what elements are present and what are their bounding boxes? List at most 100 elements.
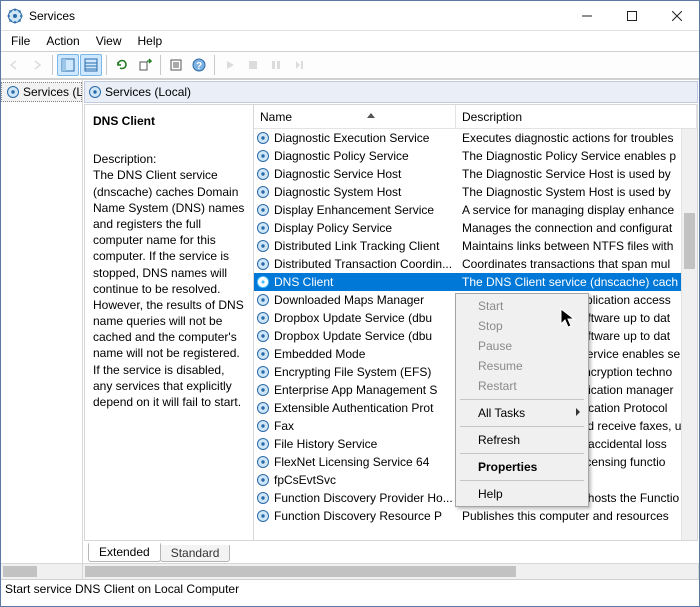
menu-action[interactable]: Action <box>40 33 85 49</box>
refresh-button[interactable] <box>111 54 133 76</box>
play-button[interactable] <box>219 54 241 76</box>
service-desc: The Diagnostic System Host is used by <box>462 185 671 199</box>
column-header-name[interactable]: Name <box>254 105 456 128</box>
service-row[interactable]: Display Enhancement ServiceA service for… <box>254 201 697 219</box>
service-name: Encrypting File System (EFS) <box>274 365 431 379</box>
description-label: Description: <box>93 151 245 167</box>
vertical-scrollbar[interactable] <box>681 129 697 540</box>
service-row[interactable]: Diagnostic Service Host The Diagnostic Se… <box>254 165 697 183</box>
service-name: Enterprise App Management S <box>274 383 437 397</box>
service-name: File History Service <box>274 437 377 451</box>
minimize-button[interactable] <box>564 1 609 31</box>
tab-standard[interactable]: Standard <box>160 545 231 562</box>
service-desc: The Diagnostic Service Host is used by <box>462 167 671 181</box>
gear-icon <box>6 85 20 99</box>
toolbar: ? <box>1 51 699 79</box>
service-name: Fax <box>274 419 294 433</box>
tab-extended[interactable]: Extended <box>88 543 161 562</box>
sort-ascending-icon <box>367 113 375 118</box>
service-name: Display Policy Service <box>274 221 392 235</box>
ctx-pause: Pause <box>458 336 586 356</box>
scrollbar-thumb[interactable] <box>684 213 695 269</box>
service-name: Diagnostic Service Host <box>274 167 401 181</box>
service-row[interactable]: Diagnostic System Host The Diagnostic Sys… <box>254 183 697 201</box>
nav-back-button[interactable] <box>3 54 25 76</box>
show-detail-button[interactable] <box>80 54 102 76</box>
tree-pane: Services (L <box>1 80 83 563</box>
service-desc: Coordinates transactions that span mul <box>462 257 670 271</box>
service-name: Function Discovery Provider Ho... <box>274 491 453 505</box>
ctx-resume: Resume <box>458 356 586 376</box>
restart-button[interactable] <box>288 54 310 76</box>
status-text: Start service DNS Client on Local Comput… <box>5 582 239 596</box>
ctx-start: Start <box>458 296 586 316</box>
service-description: The DNS Client service (dnscache) caches… <box>93 167 245 410</box>
service-name: Dropbox Update Service (dbu <box>274 311 432 325</box>
service-row[interactable]: Distributed Link Tracking Client Maintain… <box>254 237 697 255</box>
chevron-right-icon <box>576 408 580 416</box>
service-name: Distributed Transaction Coordin... <box>274 257 452 271</box>
service-name: Extensible Authentication Prot <box>274 401 433 415</box>
service-name: fpCsEvtSvc <box>274 473 336 487</box>
ctx-all-tasks[interactable]: All Tasks <box>458 403 586 423</box>
list-header: Name Description <box>254 105 697 129</box>
menu-view[interactable]: View <box>90 33 128 49</box>
close-button[interactable] <box>654 1 699 31</box>
menu-bar: File Action View Help <box>1 31 699 51</box>
panel-header: Services (Local) <box>84 81 698 103</box>
nav-forward-button[interactable] <box>26 54 48 76</box>
ctx-refresh[interactable]: Refresh <box>458 430 586 450</box>
service-name: Dropbox Update Service (dbu <box>274 329 432 343</box>
service-row[interactable]: Diagnostic Execution ServiceExecutes dia… <box>254 129 697 147</box>
export-button[interactable] <box>134 54 156 76</box>
title-bar: Services <box>1 1 699 31</box>
service-name: Display Enhancement Service <box>274 203 434 217</box>
view-tabs: Extended Standard <box>84 542 698 562</box>
panel-header-label: Services (Local) <box>105 85 191 99</box>
service-desc: Manages the connection and configurat <box>462 221 672 235</box>
service-name: Diagnostic Policy Service <box>274 149 409 163</box>
status-bar: Start service DNS Client on Local Comput… <box>1 579 699 597</box>
tree-hscroll[interactable] <box>1 564 83 579</box>
service-name: Diagnostic System Host <box>274 185 401 199</box>
service-name: Embedded Mode <box>274 347 365 361</box>
menu-file[interactable]: File <box>5 33 36 49</box>
service-row[interactable]: Function Discovery Resource P Publishes t… <box>254 507 697 525</box>
service-name: Distributed Link Tracking Client <box>274 239 439 253</box>
service-name: DNS Client <box>274 275 333 289</box>
window-title: Services <box>29 9 564 23</box>
context-menu: Start Stop Pause Resume Restart All Task… <box>455 293 589 507</box>
ctx-stop: Stop <box>458 316 586 336</box>
stop-button[interactable] <box>242 54 264 76</box>
show-tree-button[interactable] <box>57 54 79 76</box>
services-app-icon <box>7 8 23 24</box>
service-name: Function Discovery Resource P <box>274 509 442 523</box>
ctx-restart: Restart <box>458 376 586 396</box>
maximize-button[interactable] <box>609 1 654 31</box>
ctx-all-tasks-label: All Tasks <box>478 406 525 420</box>
gear-icon <box>88 85 102 99</box>
pause-button[interactable] <box>265 54 287 76</box>
service-row[interactable]: Distributed Transaction Coordin... Coordi… <box>254 255 697 273</box>
service-desc: Maintains links between NTFS files with <box>462 239 673 253</box>
svg-text:?: ? <box>196 61 202 72</box>
column-header-description[interactable]: Description <box>456 105 697 128</box>
service-row[interactable]: Display Policy Service Manages the connec… <box>254 219 697 237</box>
properties-button[interactable] <box>165 54 187 76</box>
service-desc: The DNS Client service (dnscache) cach <box>462 275 678 289</box>
service-name: Downloaded Maps Manager <box>274 293 424 307</box>
service-row[interactable]: Diagnostic Policy Service The Diagnostic … <box>254 147 697 165</box>
tree-root-label: Services (L <box>23 85 83 99</box>
service-desc: The Diagnostic Policy Service enables p <box>462 149 676 163</box>
tree-root-services[interactable]: Services (L <box>1 82 82 102</box>
service-name: FlexNet Licensing Service 64 <box>274 455 429 469</box>
service-desc: Publishes this computer and resources <box>462 509 669 523</box>
ctx-help[interactable]: Help <box>458 484 586 504</box>
ctx-properties[interactable]: Properties <box>458 457 586 477</box>
help-button[interactable]: ? <box>188 54 210 76</box>
column-desc-label: Description <box>462 110 522 124</box>
detail-pane: DNS Client Description: The DNS Client s… <box>85 105 254 540</box>
content-hscroll[interactable] <box>83 564 699 579</box>
service-row[interactable]: DNS Client The DNS Client service (dnscac… <box>254 273 697 291</box>
menu-help[interactable]: Help <box>132 33 169 49</box>
